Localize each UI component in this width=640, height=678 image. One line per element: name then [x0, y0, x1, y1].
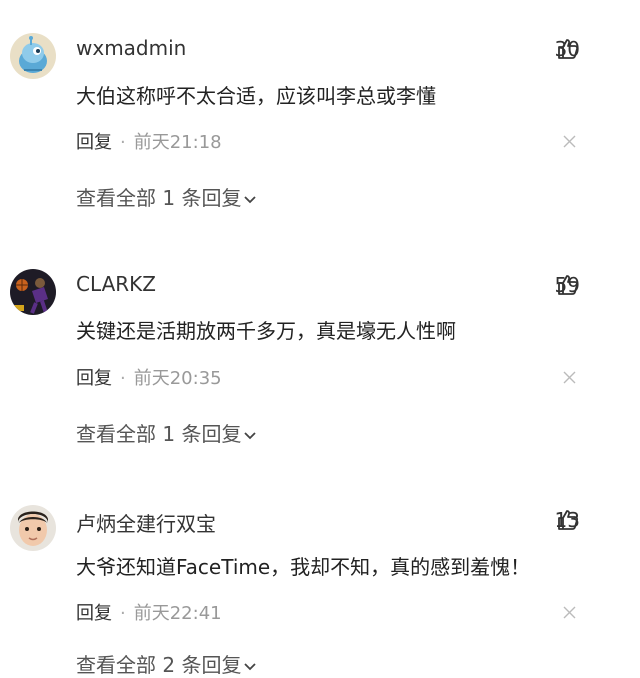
separator-dot: · — [120, 603, 126, 624]
blue-robot-avatar-icon — [10, 33, 56, 79]
username[interactable]: wxmadmin — [76, 36, 186, 60]
comment-actions: 回复 · 前天21:18 — [76, 128, 222, 154]
separator-dot: · — [120, 132, 126, 153]
view-replies-label: 查看全部 1 条回复 — [76, 186, 242, 210]
user-avatar[interactable] — [10, 269, 56, 315]
view-replies-label: 查看全部 2 条回复 — [76, 653, 242, 677]
reply-button[interactable]: 回复 — [76, 603, 112, 624]
comment-text: 大伯这称呼不太合适，应该叫李总或李懂 — [76, 84, 436, 108]
thumbs-up-icon[interactable] — [556, 37, 580, 61]
user-avatar[interactable] — [10, 33, 56, 79]
close-icon[interactable] — [563, 606, 576, 619]
thumbs-up-icon[interactable] — [556, 508, 580, 532]
comment-actions: 回复 · 前天22:41 — [76, 599, 222, 625]
basketball-player-avatar-icon — [10, 269, 56, 315]
timestamp: 前天20:35 — [133, 368, 222, 389]
comment-text: 大爷还知道FaceTime，我却不知，真的感到羞愧！ — [76, 555, 531, 579]
chevron-down-icon — [244, 431, 257, 439]
user-avatar[interactable] — [10, 505, 56, 551]
chevron-down-icon — [244, 195, 257, 203]
timestamp: 前天22:41 — [133, 603, 222, 624]
comment-text: 关键还是活期放两千多万，真是壕无人性啊 — [76, 319, 456, 343]
view-replies-label: 查看全部 1 条回复 — [76, 422, 242, 446]
child-photo-avatar-icon — [10, 505, 56, 551]
reply-button[interactable]: 回复 — [76, 132, 112, 153]
username[interactable]: 卢炳全建行双宝 — [76, 508, 216, 537]
timestamp: 前天21:18 — [133, 132, 222, 153]
close-icon[interactable] — [563, 371, 576, 384]
reply-button[interactable]: 回复 — [76, 368, 112, 389]
username[interactable]: CLARKZ — [76, 272, 156, 296]
chevron-down-icon — [244, 662, 257, 670]
comment-actions: 回复 · 前天20:35 — [76, 364, 222, 390]
separator-dot: · — [120, 368, 126, 389]
view-replies-link[interactable]: 查看全部 2 条回复 — [76, 649, 257, 678]
thumbs-up-icon[interactable] — [556, 273, 580, 297]
view-replies-link[interactable]: 查看全部 1 条回复 — [76, 418, 257, 447]
view-replies-link[interactable]: 查看全部 1 条回复 — [76, 182, 257, 211]
close-icon[interactable] — [563, 135, 576, 148]
